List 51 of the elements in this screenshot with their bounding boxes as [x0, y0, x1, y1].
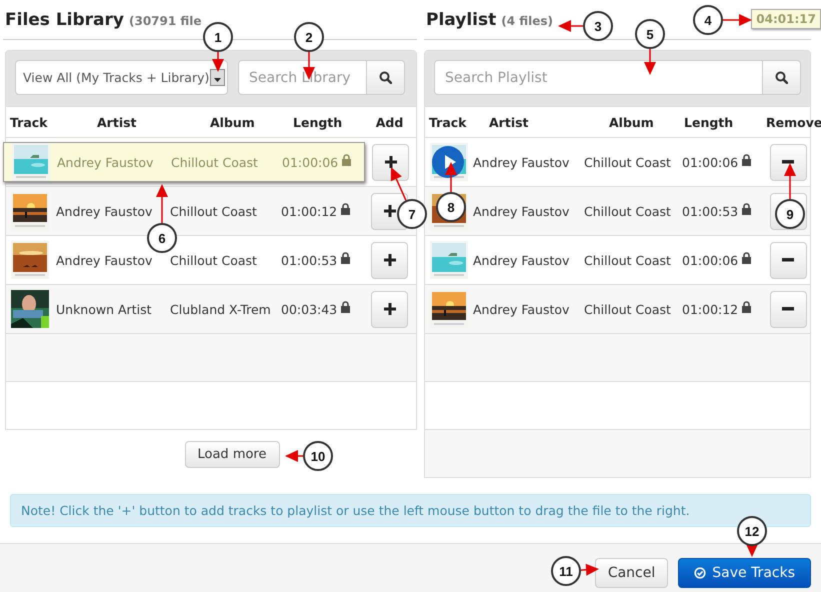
artist-cell-text: Andrey Faustov — [473, 252, 570, 268]
length-cell: 01:00:53 — [281, 252, 338, 268]
filter-dropdown[interactable]: View All (My Tracks + Library) — [15, 60, 228, 95]
callout-number: 3 — [583, 11, 613, 41]
save-button[interactable]: Save Tracks — [678, 558, 811, 588]
length-cell: 01:00:12 — [682, 302, 738, 316]
column-header: Length — [293, 114, 342, 130]
artist-cell-text: Andrey Faustov — [56, 252, 154, 268]
file-count: (30791 file — [128, 14, 202, 28]
artist-cell-text: Andrey Faustov — [56, 204, 154, 218]
callout-number: 2 — [294, 22, 324, 52]
album-cell-text: Chillout Coast — [170, 204, 258, 218]
length-cell: 01:00:06 — [682, 154, 738, 170]
column-header: Track — [429, 114, 468, 130]
load-more-button[interactable]: Load more — [184, 441, 280, 468]
album-cell-text: Chillout Coast — [584, 252, 672, 268]
callout-number: 1 — [203, 22, 233, 52]
search-field[interactable]: Search Library — [238, 60, 367, 95]
column-header: Length — [684, 114, 734, 130]
column-header: Artist — [489, 114, 530, 130]
length-cell: 01:00:53 — [682, 204, 738, 218]
column-header: Add — [376, 114, 404, 130]
album-cell-text: Chillout Coast — [584, 302, 672, 316]
length-cell: 01:00:06 — [682, 252, 738, 268]
album-cell-text: Chillout Coast — [171, 154, 259, 170]
panel-title: Playlist — [426, 10, 496, 30]
cancel-button[interactable]: Cancel — [594, 558, 668, 588]
length-cell: 01:00:06 — [282, 154, 338, 170]
artist-cell-text: Andrey Faustov — [57, 154, 154, 170]
column-header: Album — [210, 114, 256, 130]
column-header: Track — [10, 114, 48, 130]
artist-cell-text: Andrey Faustov — [473, 302, 570, 316]
search-field[interactable]: Search Playlist — [434, 60, 763, 95]
album-cell-text: Clubland X-Trem — [170, 302, 272, 316]
artist-cell-text: Andrey Faustov — [473, 154, 570, 170]
panel-title: Files Library — [5, 10, 124, 30]
artist-cell-text: Andrey Faustov — [473, 204, 570, 218]
album-cell-text: Chillout Coast — [170, 252, 258, 268]
info-note: Note! Click the '+' button to add tracks to playlist or use the left mouse button to drag the file to the right. — [10, 494, 811, 527]
total-duration: 04:01:17 — [751, 9, 821, 29]
length-cell: 01:00:12 — [281, 204, 338, 218]
callout-number: 4 — [693, 5, 723, 35]
callout-number: 5 — [635, 19, 665, 49]
album-cell-text: Chillout Coast — [584, 204, 672, 218]
length-cell: 00:03:43 — [281, 302, 338, 316]
file-count: (4 files) — [501, 14, 554, 28]
column-header: Artist — [97, 114, 138, 130]
callout-number: 10 — [303, 441, 333, 471]
artist-cell-text: Unknown Artist — [56, 302, 152, 316]
column-header: Album — [609, 114, 655, 130]
album-cell-text: Chillout Coast — [584, 154, 672, 170]
